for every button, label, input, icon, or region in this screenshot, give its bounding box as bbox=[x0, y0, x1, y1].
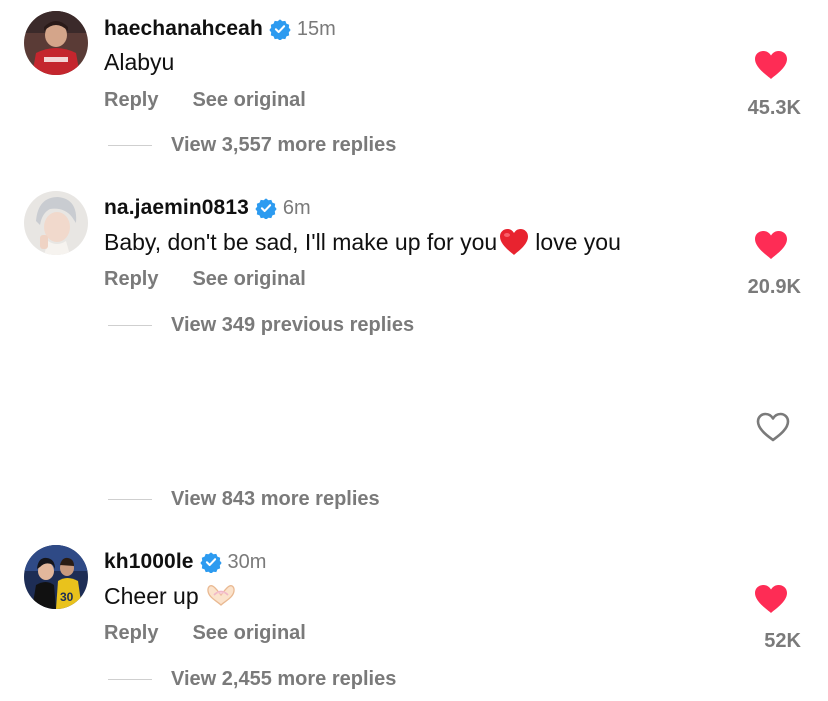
comments-panel: haechanahceah 15m Alabyu Reply See origi… bbox=[0, 0, 828, 701]
username[interactable]: haechanahceah bbox=[104, 14, 263, 44]
comment-text: Cheer up bbox=[104, 581, 237, 611]
divider bbox=[108, 678, 152, 680]
like-count: 45.3K bbox=[747, 97, 801, 119]
like-heart-filled-icon[interactable] bbox=[754, 50, 788, 80]
comment-header: na.jaemin0813 6m bbox=[104, 193, 311, 223]
svg-text:30: 30 bbox=[60, 590, 74, 604]
divider bbox=[108, 144, 152, 146]
reply-button[interactable]: Reply bbox=[104, 86, 158, 114]
see-original-button[interactable]: See original bbox=[192, 619, 305, 647]
comment-text-part: Baby, don't be sad, I'll make up for you bbox=[104, 229, 498, 255]
timestamp: 30m bbox=[227, 551, 267, 573]
comment-text: Alabyu bbox=[104, 49, 175, 75]
view-replies-label: View 349 previous replies bbox=[171, 313, 415, 336]
comment-actions: Reply See original bbox=[104, 265, 306, 293]
comment-actions: Reply See original bbox=[104, 86, 306, 114]
avatar[interactable]: 30 bbox=[24, 545, 88, 609]
username[interactable]: kh1000le bbox=[104, 547, 194, 577]
like-count: 52K bbox=[764, 630, 801, 652]
divider bbox=[108, 498, 152, 500]
avatar[interactable] bbox=[24, 11, 88, 75]
comment-header: kh1000le 30m bbox=[104, 547, 266, 577]
view-replies-button[interactable]: View 843 more replies bbox=[108, 485, 380, 513]
like-count: 20.9K bbox=[747, 276, 801, 298]
timestamp: 15m bbox=[296, 18, 336, 40]
red-heart-icon bbox=[499, 228, 529, 256]
username[interactable]: na.jaemin0813 bbox=[104, 193, 249, 223]
verified-badge-icon bbox=[199, 551, 222, 574]
view-replies-button[interactable]: View 3,557 more replies bbox=[108, 131, 396, 159]
comment-text: Baby, don't be sad, I'll make up for you… bbox=[104, 227, 621, 257]
see-original-button[interactable]: See original bbox=[192, 86, 305, 114]
view-replies-button[interactable]: View 2,455 more replies bbox=[108, 665, 396, 693]
heart-hands-icon bbox=[205, 583, 237, 609]
comment-actions: Reply See original bbox=[104, 619, 306, 647]
verified-badge-icon bbox=[255, 197, 277, 220]
divider bbox=[108, 324, 152, 326]
view-replies-label: View 3,557 more replies bbox=[171, 133, 397, 156]
like-heart-filled-icon[interactable] bbox=[754, 230, 788, 260]
avatar[interactable] bbox=[24, 191, 88, 255]
reply-button[interactable]: Reply bbox=[104, 619, 158, 647]
comment-text-part: love you bbox=[535, 229, 621, 255]
timestamp: 6m bbox=[282, 197, 311, 219]
like-heart-filled-icon[interactable] bbox=[754, 584, 788, 614]
see-original-button[interactable]: See original bbox=[192, 265, 305, 293]
view-replies-label: View 843 more replies bbox=[171, 487, 380, 510]
comment-header: haechanahceah 15m bbox=[104, 14, 336, 44]
comment-text-part: Cheer up bbox=[104, 583, 199, 609]
view-replies-label: View 2,455 more replies bbox=[171, 667, 397, 690]
view-replies-button[interactable]: View 349 previous replies bbox=[108, 311, 414, 339]
like-heart-outline-icon[interactable] bbox=[756, 412, 790, 442]
verified-badge-icon bbox=[269, 18, 291, 41]
reply-button[interactable]: Reply bbox=[104, 265, 158, 293]
